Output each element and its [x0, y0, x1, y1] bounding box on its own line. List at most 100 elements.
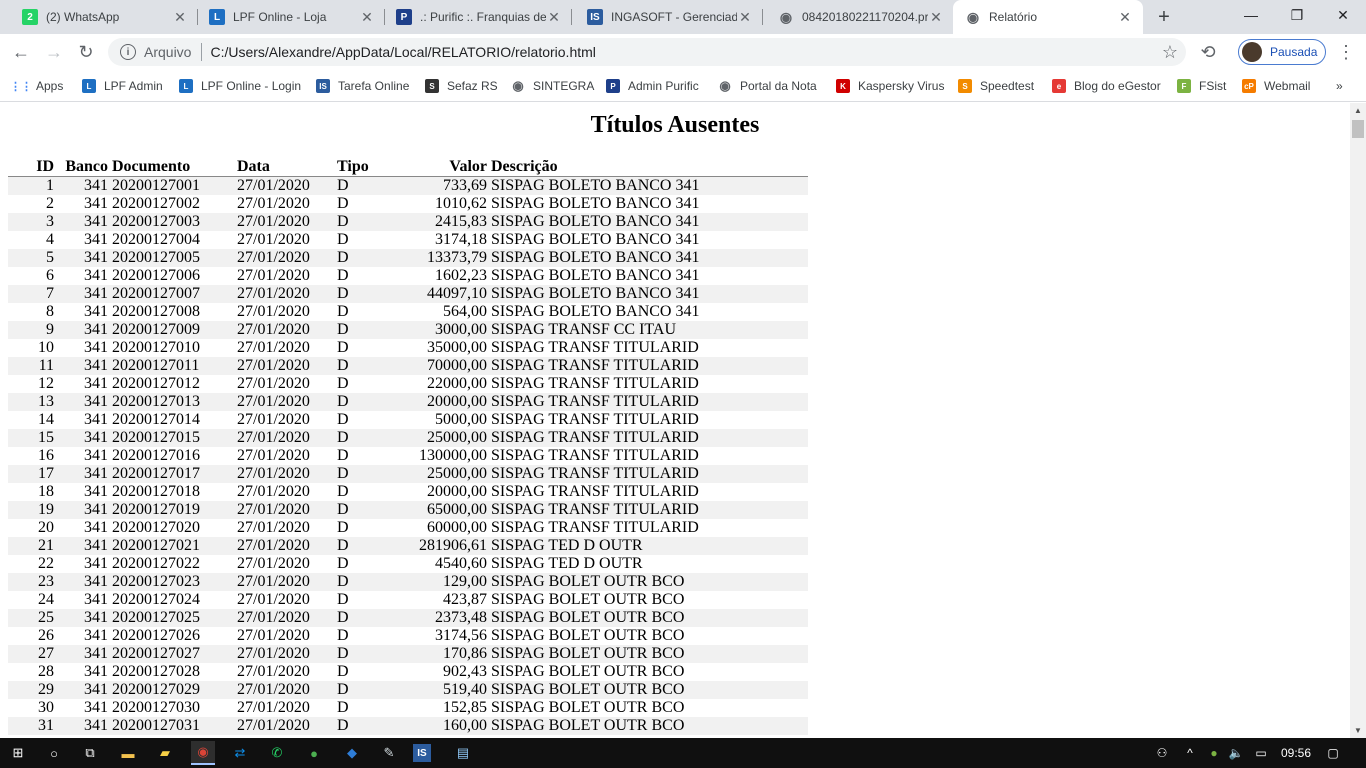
close-icon[interactable]: ✕	[737, 9, 753, 25]
cell-type: D	[337, 357, 383, 375]
bookmark-speedtest[interactable]: S Speedtest	[958, 76, 1034, 96]
windows-start-icon[interactable]: ⊞	[6, 741, 30, 765]
cell-description: SISPAG TRANSF TITULARID	[491, 339, 699, 356]
file-explorer-icon[interactable]: ▬	[116, 741, 140, 765]
cell-type: D	[337, 375, 349, 392]
cell-type: D	[337, 176, 383, 195]
cell-id: 30	[38, 699, 54, 716]
teamviewer-icon[interactable]: ⇄	[228, 741, 252, 765]
table-row: 6 341 20200127006 27/01/2020 D 1602,23 SISPAG …	[8, 267, 808, 285]
cell-id: 13	[8, 393, 54, 411]
ingasoft-icon: IS	[316, 79, 330, 93]
bookmark-admin-purific[interactable]: P Admin Purific	[606, 76, 699, 96]
green-app-icon[interactable]: ●	[302, 741, 326, 765]
cell-date: 27/01/2020	[237, 483, 310, 500]
network-icon[interactable]: ▭	[1252, 738, 1270, 768]
cell-description: SISPAG BOLETO BANCO 341	[491, 303, 700, 320]
close-icon[interactable]: ✕	[172, 9, 188, 25]
profile-button[interactable]: Pausada	[1238, 39, 1326, 65]
people-tray-icon[interactable]: ⚇	[1152, 738, 1172, 768]
forward-button[interactable]: →	[40, 38, 68, 66]
bookmark-star-icon[interactable]: ☆	[1162, 42, 1178, 63]
bookmark-webmail[interactable]: cP Webmail	[1242, 76, 1310, 96]
close-icon[interactable]: ✕	[1117, 9, 1133, 25]
cell-id: 7	[8, 285, 54, 303]
sticky-notes-icon[interactable]: ▰	[153, 741, 177, 765]
volume-icon[interactable]: 🔈	[1228, 738, 1244, 768]
report-table: ID Banco Documento Data Tipo Valor Descr…	[8, 158, 808, 735]
restore-window-button[interactable]: ❐	[1274, 0, 1320, 30]
bookmark-label: Tarefa Online	[338, 79, 410, 93]
cell-id: 10	[38, 339, 54, 356]
close-icon[interactable]: ✕	[928, 9, 944, 25]
bookmark-fsist[interactable]: F FSist	[1177, 76, 1226, 96]
cell-date: 27/01/2020	[237, 285, 337, 303]
whatsapp-icon[interactable]: ✆	[265, 741, 289, 765]
report-title: Títulos Ausentes	[590, 112, 760, 138]
bookmarks-overflow-button[interactable]: »	[1336, 76, 1343, 96]
tab-5[interactable]: ◉ 08420180221170204.pr ✕	[766, 0, 954, 34]
clock-time[interactable]: 09:56	[1278, 738, 1314, 768]
cell-value: 2373,48	[383, 609, 491, 627]
cell-type: D	[337, 267, 349, 284]
back-button[interactable]: ←	[7, 38, 35, 66]
bookmark-portal-da-nota[interactable]: ◉ Portal da Nota	[718, 76, 816, 96]
table-row: 27 341 20200127027 27/01/2020 D 170,86 SISPAG …	[8, 645, 808, 663]
cell-document: 20200127012	[112, 375, 200, 392]
sync-button[interactable]: ⟲	[1194, 38, 1222, 66]
cell-bank: 341	[54, 357, 112, 375]
cell-description: SISPAG BOLET OUTR BCO	[491, 627, 685, 644]
close-icon[interactable]: ✕	[546, 9, 562, 25]
cell-id: 2	[46, 195, 54, 212]
tab-3[interactable]: P .: Purific :. Franquias de ✕	[384, 0, 572, 34]
scroll-up-arrow-icon[interactable]: ▲	[1354, 106, 1362, 115]
status-tray-icon[interactable]: ●	[1206, 738, 1222, 768]
chrome-menu-button[interactable]: ⋮	[1332, 38, 1360, 66]
tab-4[interactable]: IS INGASOFT - Gerenciado ✕	[575, 0, 763, 34]
close-icon[interactable]: ✕	[359, 9, 375, 25]
scrollbar-thumb[interactable]	[1352, 120, 1364, 138]
tab-6[interactable]: ◉ Relatório ✕	[953, 0, 1143, 34]
cell-type: D	[337, 627, 349, 644]
bookmark-lpf-online-login[interactable]: L LPF Online - Login	[179, 76, 301, 96]
windows-taskbar: ⚇ ^ ● 🔈 ▭ 09:56 ▢ ⊞ ○ ⧉ ▬ ▰ ◉ ⇄ ✆ ● ◆ ✎ IS ▤	[0, 738, 1366, 768]
bookmark-lpf-admin[interactable]: L LPF Admin	[82, 76, 163, 96]
bookmark-sefaz-rs[interactable]: S Sefaz RS	[425, 76, 498, 96]
address-bar[interactable]: i Arquivo C:/Users/Alexandre/AppData/Loc…	[108, 38, 1186, 66]
bookmark-sintegra[interactable]: ◉ SINTEGRA	[511, 76, 594, 96]
ingasoft-icon[interactable]: IS	[413, 744, 431, 762]
cell-document: 20200127003	[112, 213, 237, 231]
cell-date: 27/01/2020	[237, 555, 310, 572]
cell-value: 25000,00	[383, 465, 491, 483]
bookmark-kaspersky-virus[interactable]: K Kaspersky Virus	[836, 76, 944, 96]
cell-id: 11	[8, 357, 54, 375]
cell-description: SISPAG TRANSF TITULARID	[491, 393, 808, 411]
tab-2[interactable]: L LPF Online - Loja ✕	[197, 0, 385, 34]
bookmark-tarefa-online[interactable]: IS Tarefa Online	[316, 76, 409, 96]
cell-date: 27/01/2020	[237, 267, 310, 284]
notifications-icon[interactable]: ▢	[1322, 738, 1344, 768]
new-tab-button[interactable]: +	[1153, 6, 1175, 28]
bookmark-apps[interactable]: ⋮⋮ Apps	[10, 76, 63, 96]
task-view-icon[interactable]: ⧉	[78, 741, 102, 765]
url-text[interactable]: C:/Users/Alexandre/AppData/Local/RELATOR…	[210, 44, 595, 60]
info-icon[interactable]: i	[120, 44, 136, 60]
minimize-window-button[interactable]: —	[1228, 0, 1274, 30]
reload-button[interactable]: ↻	[72, 38, 100, 66]
tool-icon[interactable]: ✎	[377, 741, 401, 765]
tray-chevron-icon[interactable]: ^	[1182, 738, 1198, 768]
table-row: 20 341 20200127020 27/01/2020 D 60000,00 SISPA…	[8, 519, 808, 537]
close-window-button[interactable]: ✕	[1320, 0, 1366, 30]
notepad-icon[interactable]: ▤	[451, 741, 475, 765]
scroll-down-arrow-icon[interactable]: ▼	[1354, 726, 1362, 735]
search-icon[interactable]: ○	[42, 741, 66, 765]
chrome-icon[interactable]: ◉	[191, 741, 215, 765]
blue-app-icon[interactable]: ◆	[340, 741, 364, 765]
table-row: 30 341 20200127030 27/01/2020 D 152,85 SISPAG …	[8, 699, 808, 717]
cell-document: 20200127027	[112, 645, 237, 663]
column-header-id: ID	[8, 158, 54, 177]
bookmark-blog-do-egestor[interactable]: e Blog do eGestor	[1052, 76, 1161, 96]
vertical-scrollbar[interactable]: ▲ ▼	[1350, 103, 1366, 738]
cell-date: 27/01/2020	[237, 357, 337, 375]
tab-1[interactable]: 2 (2) WhatsApp ✕	[10, 0, 198, 34]
